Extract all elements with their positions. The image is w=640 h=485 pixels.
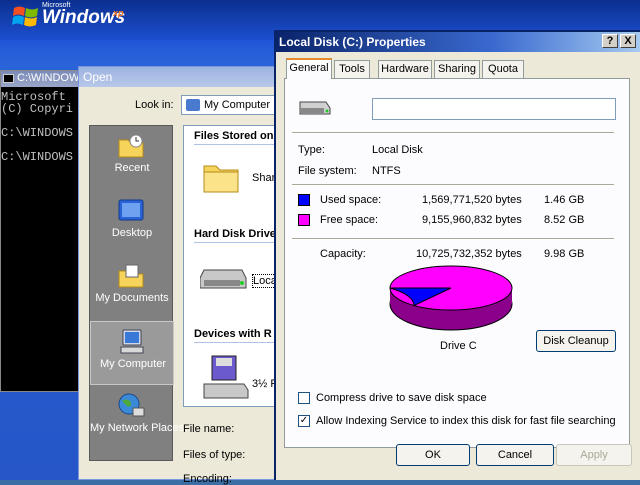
place-label: Recent: [114, 162, 150, 174]
separator: [292, 132, 614, 134]
ok-button[interactable]: OK: [396, 444, 470, 466]
group-divider: [194, 342, 278, 343]
command-prompt-titlebar[interactable]: C:\WINDOW: [1, 71, 81, 87]
file-system-value: NTFS: [372, 165, 401, 177]
place-my-computer[interactable]: My Computer: [90, 321, 174, 385]
properties-titlebar[interactable]: Local Disk (C:) Properties ? X: [276, 32, 640, 52]
encoding-label: Encoding:: [183, 473, 232, 485]
group-divider: [194, 242, 278, 243]
hard-drive-icon: [299, 101, 331, 115]
capacity-label: Capacity:: [320, 248, 366, 260]
dialog-title: Local Disk (C:) Properties: [279, 35, 426, 49]
free-space-swatch: [298, 214, 310, 226]
network-globe-icon: [118, 393, 145, 417]
desktop-icon: [118, 199, 144, 221]
tab-hardware[interactable]: Hardware: [378, 60, 432, 78]
open-dialog-titlebar[interactable]: Open: [79, 67, 279, 87]
free-space-bytes: 9,155,960,832 bytes: [422, 214, 522, 226]
type-label: Type:: [298, 144, 325, 156]
drive-name-label: Drive C: [440, 340, 477, 352]
place-label: My Documents: [95, 292, 169, 304]
disk-usage-pie: [389, 265, 513, 331]
indexing-label: Allow Indexing Service to index this dis…: [316, 415, 616, 427]
windows-flag-icon: [12, 6, 38, 27]
tab-tools[interactable]: Tools: [334, 60, 370, 78]
disk-cleanup-button[interactable]: Disk Cleanup: [536, 330, 616, 352]
console-line: C:\WINDOWS: [1, 150, 74, 164]
used-space-label: Used space:: [320, 194, 382, 206]
group-divider: [194, 144, 278, 145]
apply-button[interactable]: Apply: [556, 444, 632, 466]
free-space-gb: 8.52 GB: [544, 214, 585, 226]
compress-label: Compress drive to save disk space: [316, 392, 487, 404]
tab-quota[interactable]: Quota: [482, 60, 524, 78]
used-space-gb: 1.46 GB: [544, 194, 585, 206]
tab-sharing[interactable]: Sharing: [434, 60, 480, 78]
place-my-network-places[interactable]: My Network Places: [90, 386, 185, 450]
my-computer-icon: [120, 329, 144, 354]
free-space-label: Free space:: [320, 214, 379, 226]
help-button[interactable]: ?: [602, 34, 618, 48]
files-of-type-label: Files of type:: [183, 449, 246, 461]
close-button[interactable]: X: [620, 34, 636, 48]
command-prompt-title: C:\WINDOW: [17, 72, 80, 84]
console-line: C:\WINDOWS: [1, 126, 74, 140]
floppy-drive-icon: [203, 355, 249, 399]
my-computer-icon: [186, 99, 200, 111]
file-name-label: File name:: [183, 423, 235, 435]
group-header: Files Stored on: [194, 130, 274, 142]
tab-general[interactable]: General: [286, 58, 332, 79]
my-documents-icon: [118, 264, 144, 288]
place-label: Desktop: [111, 227, 153, 239]
console-line: (C) Copyri: [1, 102, 74, 116]
xp-wordmark: xp: [113, 8, 124, 18]
group-header: Devices with R: [194, 328, 272, 340]
used-space-bytes: 1,569,771,520 bytes: [422, 194, 522, 206]
open-dialog[interactable]: Open Look in: My Computer Recent Desktop: [78, 66, 279, 485]
type-value: Local Disk: [372, 144, 423, 156]
file-system-label: File system:: [298, 165, 357, 177]
command-prompt-window[interactable]: C:\WINDOW Microsoft (C) Copyri C:\WINDOW…: [0, 70, 81, 392]
file-item-label[interactable]: Shar: [252, 172, 275, 184]
separator: [292, 184, 614, 186]
places-bar: Recent Desktop My Documents My Computer: [89, 125, 185, 461]
compress-checkbox[interactable]: [298, 392, 310, 404]
disk-properties-dialog[interactable]: Local Disk (C:) Properties ? X General T…: [274, 30, 640, 480]
place-my-documents[interactable]: My Documents: [90, 256, 174, 320]
place-desktop[interactable]: Desktop: [90, 191, 174, 255]
place-recent[interactable]: Recent: [90, 126, 174, 190]
recent-folder-icon: [118, 134, 144, 158]
capacity-bytes: 10,725,732,352 bytes: [416, 248, 522, 260]
look-in-dropdown[interactable]: My Computer: [181, 95, 279, 115]
hard-drive-icon: [200, 269, 247, 289]
place-label: My Network Places: [90, 422, 185, 434]
look-in-label: Look in:: [135, 99, 174, 111]
separator: [292, 238, 614, 240]
shared-folder-icon: [203, 165, 239, 193]
group-header: Hard Disk Drive: [194, 228, 276, 240]
place-label: My Computer: [99, 358, 167, 370]
used-space-swatch: [298, 194, 310, 206]
drive-label-input[interactable]: [372, 98, 616, 120]
indexing-checkbox[interactable]: ✓: [298, 415, 310, 427]
capacity-gb: 9.98 GB: [544, 248, 585, 260]
file-list[interactable]: Files Stored on Shar Hard Disk Drive Loc…: [183, 125, 279, 407]
cancel-button[interactable]: Cancel: [476, 444, 554, 466]
console-icon: [3, 74, 14, 83]
look-in-value: My Computer: [204, 99, 271, 111]
